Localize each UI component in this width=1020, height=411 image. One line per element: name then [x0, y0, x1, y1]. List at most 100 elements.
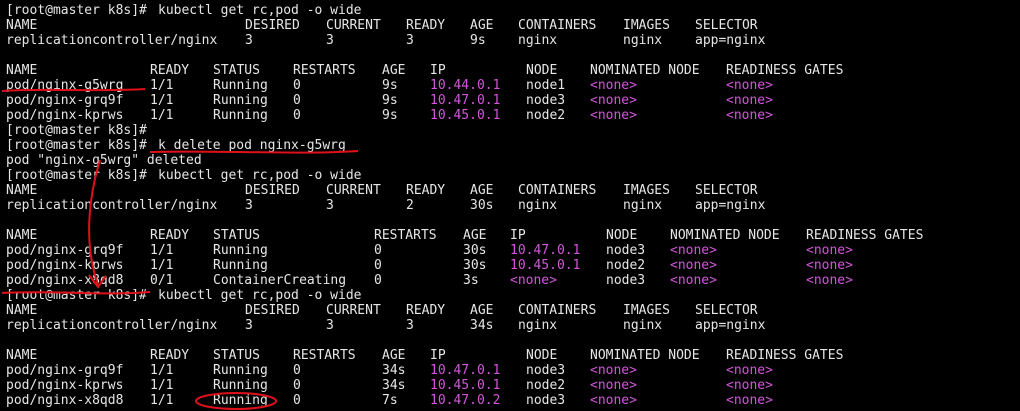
- column-header: SELECTOR: [695, 183, 758, 198]
- column-header: NOMINATED NODE: [590, 63, 700, 78]
- shell-command: kubectl get rc,pod -o wide: [158, 168, 362, 183]
- column-header: CONTAINERS: [518, 183, 597, 198]
- table-cell: 10.44.0.1: [430, 78, 501, 93]
- table-cell: pod/nginx-g5wrg: [6, 78, 124, 93]
- table-cell: app=nginx: [695, 33, 766, 48]
- table-cell: <none>: [590, 78, 637, 93]
- table-cell: 1/1: [150, 243, 174, 258]
- table-cell: <none>: [806, 243, 853, 258]
- shell-prompt: [root@master k8s]#: [6, 3, 147, 18]
- table-row: pod/nginx-x8qd8 0/1 ContainerCreating 0 3s <n…: [6, 273, 1016, 288]
- column-header: RESTARTS: [293, 348, 356, 363]
- table-cell: node2: [526, 378, 566, 393]
- table-cell: 0: [374, 243, 382, 258]
- shell-command: k delete pod nginx-g5wrg: [158, 138, 346, 153]
- table-cell: <none>: [726, 378, 773, 393]
- column-header: READINESS GATES: [806, 228, 924, 243]
- column-header: IMAGES: [623, 303, 670, 318]
- table-cell: <none>: [726, 93, 773, 108]
- table-cell: 30s: [463, 258, 487, 273]
- table-cell: 1/1: [150, 378, 174, 393]
- column-header: NOMINATED NODE: [670, 228, 780, 243]
- column-header: NODE: [526, 63, 558, 78]
- table-cell: node3: [526, 93, 566, 108]
- prompt-line: [root@master k8s]# k delete pod nginx-g5w…: [6, 138, 1016, 153]
- table-cell: 34s: [382, 363, 406, 378]
- column-header: IMAGES: [623, 18, 670, 33]
- column-header: NODE: [526, 348, 558, 363]
- table-cell: 0: [293, 108, 301, 123]
- table-cell: nginx: [623, 33, 663, 48]
- table-header: NAME READY STATUS RESTARTS AGE IP NODE NOMINATE…: [6, 348, 1016, 363]
- column-header: NAME: [6, 348, 38, 363]
- column-header: NAME: [6, 228, 38, 243]
- table-header: NAME DESIRED CURRENT READY AGE CONTAINERS IMAG…: [6, 303, 1016, 318]
- table-cell: 10.47.0.2: [430, 393, 501, 408]
- table-row: pod/nginx-grq9f 1/1 Running 0 34s 10.47.0.1 no…: [6, 363, 1016, 378]
- table-cell: <none>: [806, 273, 853, 288]
- prompt-line: [root@master k8s]# kubectl get rc,pod -o …: [6, 168, 1016, 183]
- table-cell: 0: [374, 273, 382, 288]
- table-cell: 0: [293, 378, 301, 393]
- table-cell: 9s: [382, 78, 398, 93]
- table-header: NAME DESIRED CURRENT READY AGE CONTAINERS IMAG…: [6, 183, 1016, 198]
- table-cell: 3: [406, 33, 414, 48]
- column-header: NAME: [6, 183, 38, 198]
- table-cell: app=nginx: [695, 198, 766, 213]
- table-cell: <none>: [510, 273, 557, 288]
- column-header: NAME: [6, 63, 38, 78]
- shell-prompt: [root@master k8s]#: [6, 138, 147, 153]
- column-header: READINESS GATES: [726, 63, 844, 78]
- table-cell: 3: [245, 33, 253, 48]
- table-cell: 3: [406, 318, 414, 333]
- column-header: CURRENT: [326, 303, 381, 318]
- column-header: STATUS: [213, 63, 260, 78]
- table-cell: 3: [326, 318, 334, 333]
- table-cell: 9s: [382, 108, 398, 123]
- table-header: NAME READY STATUS RESTARTS AGE IP NODE NOMINATE…: [6, 228, 1016, 243]
- table-cell: 10.45.0.1: [430, 108, 501, 123]
- table-cell: 10.47.0.1: [510, 243, 581, 258]
- output-text: pod "nginx-g5wrg" deleted: [6, 153, 202, 168]
- shell-prompt: [root@master k8s]#: [6, 288, 147, 303]
- column-header: SELECTOR: [695, 18, 758, 33]
- table-cell: node2: [606, 258, 646, 273]
- table-cell: 1/1: [150, 258, 174, 273]
- column-header: IMAGES: [623, 183, 670, 198]
- column-header: CONTAINERS: [518, 303, 597, 318]
- table-cell: <none>: [590, 378, 637, 393]
- table-header: NAME READY STATUS RESTARTS AGE IP NODE NOMINATE…: [6, 63, 1016, 78]
- table-cell: 1/1: [150, 363, 174, 378]
- shell-command: kubectl get rc,pod -o wide: [158, 3, 362, 18]
- table-cell: node3: [606, 243, 646, 258]
- table-cell: 3s: [463, 273, 479, 288]
- column-header: NOMINATED NODE: [590, 348, 700, 363]
- table-cell: 30s: [463, 243, 487, 258]
- table-row: replicationcontroller/nginx 3 3 3 9s nginx ngi…: [6, 33, 1016, 48]
- table-cell: Running: [213, 78, 268, 93]
- shell-command: kubectl get rc,pod -o wide: [158, 288, 362, 303]
- table-row: replicationcontroller/nginx 3 3 2 30s nginx ng…: [6, 198, 1016, 213]
- table-cell: nginx: [518, 33, 558, 48]
- prompt-line: [root@master k8s]# kubectl get rc,pod -o …: [6, 288, 1016, 303]
- column-header: STATUS: [213, 348, 260, 363]
- terminal-window[interactable]: [root@master k8s]# kubectl get rc,pod -o …: [6, 3, 1016, 408]
- column-header: IP: [430, 348, 446, 363]
- column-header: READY: [406, 18, 446, 33]
- column-header: AGE: [470, 183, 494, 198]
- column-header: AGE: [463, 228, 487, 243]
- table-cell: pod/nginx-grq9f: [6, 363, 124, 378]
- table-row: pod/nginx-g5wrg 1/1 Running 0 9s 10.44.0.1 nod…: [6, 78, 1016, 93]
- table-cell: 9s: [382, 93, 398, 108]
- table-cell: Running: [213, 93, 268, 108]
- table-cell: nginx: [623, 198, 663, 213]
- table-cell: 0: [293, 93, 301, 108]
- table-cell: node3: [526, 363, 566, 378]
- table-cell: 0: [293, 393, 301, 408]
- table-cell: 10.47.0.1: [430, 363, 501, 378]
- table-cell: 34s: [382, 378, 406, 393]
- table-cell: 1/1: [150, 78, 174, 93]
- column-header: READY: [150, 228, 190, 243]
